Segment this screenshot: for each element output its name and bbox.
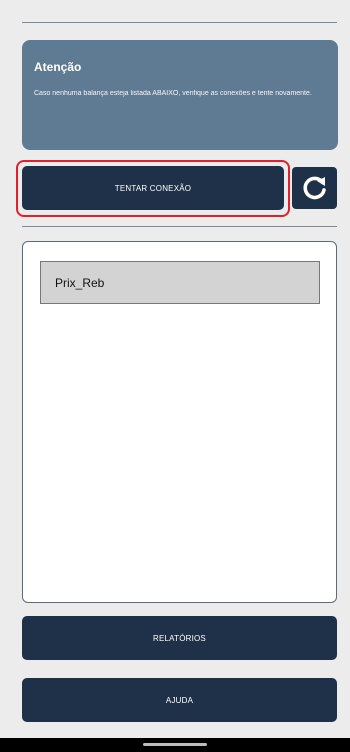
attention-message: Caso nenhuma balança esteja listada ABAI… xyxy=(34,90,312,97)
attention-card: Atenção Caso nenhuma balança esteja list… xyxy=(22,40,338,150)
device-list: Prix_Reb xyxy=(22,241,337,603)
device-list-item[interactable]: Prix_Reb xyxy=(40,261,320,304)
home-indicator[interactable] xyxy=(143,743,207,746)
middle-divider xyxy=(22,226,337,227)
top-divider xyxy=(22,22,337,23)
refresh-button[interactable] xyxy=(292,167,337,209)
refresh-icon xyxy=(302,176,326,200)
system-navigation-bar xyxy=(0,738,350,752)
reports-button[interactable]: RELATÓRIOS xyxy=(22,616,337,660)
try-connection-button[interactable]: TENTAR CONEXÃO xyxy=(22,166,284,210)
help-button[interactable]: AJUDA xyxy=(22,678,337,722)
attention-title: Atenção xyxy=(34,60,82,74)
